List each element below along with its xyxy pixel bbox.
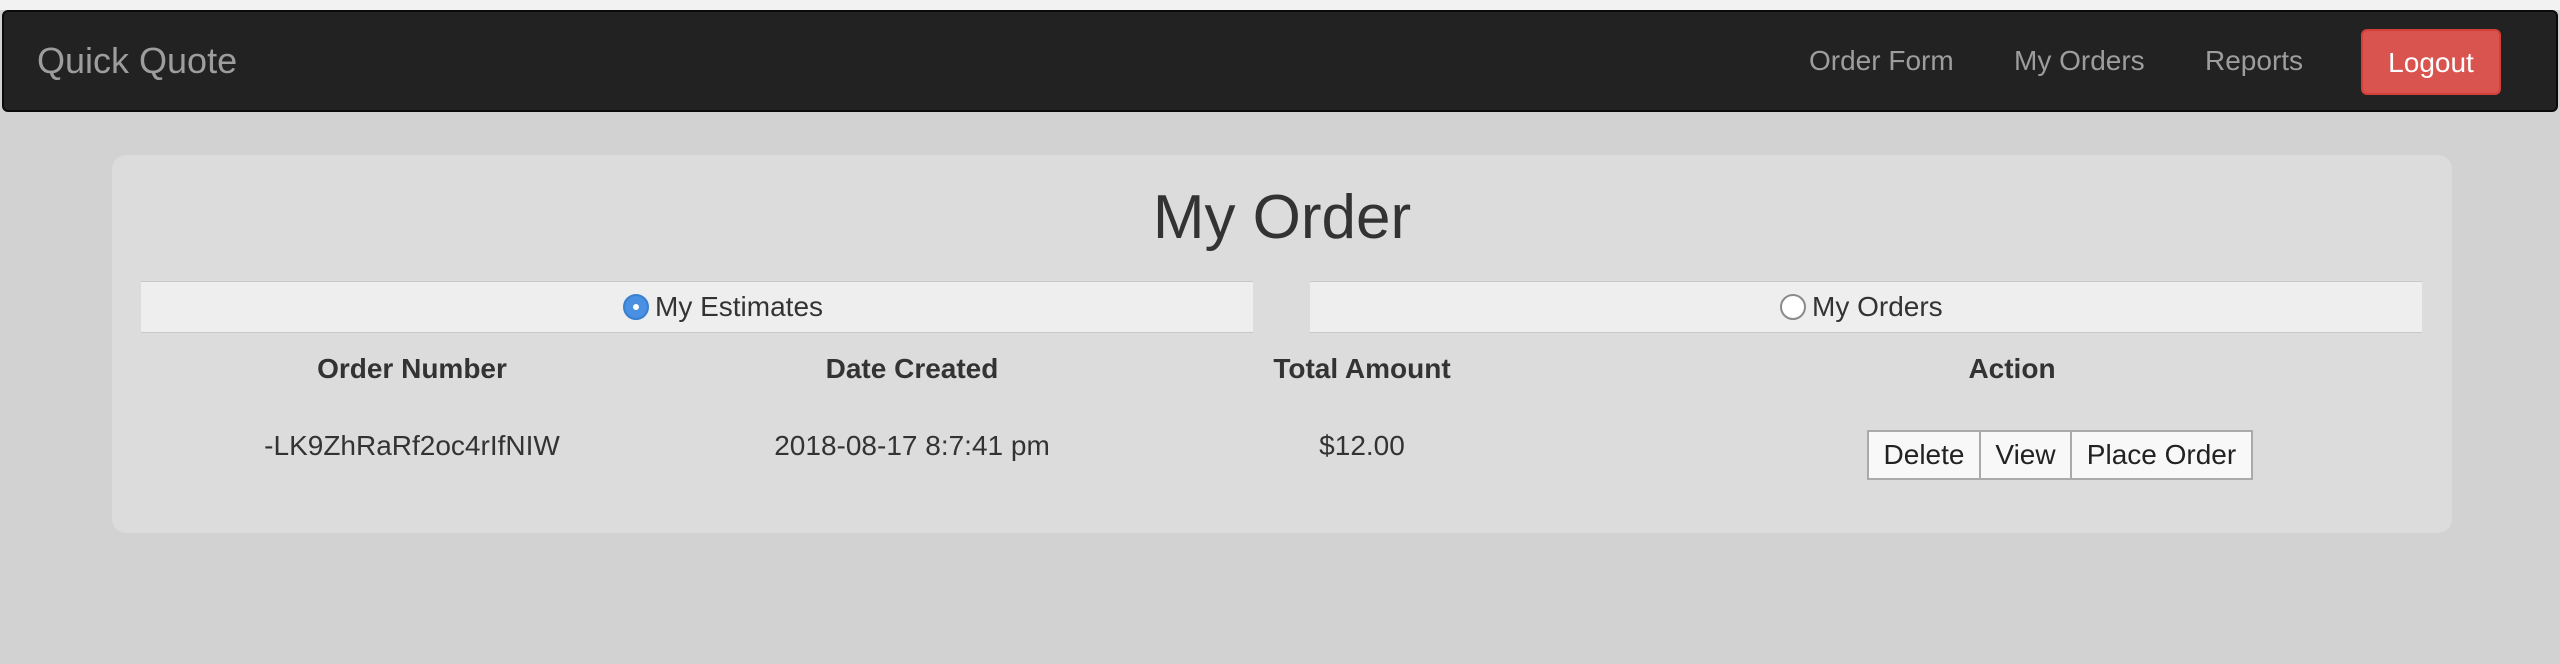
- view-button[interactable]: View: [1979, 430, 2072, 480]
- toggle-my-orders[interactable]: My Orders: [1310, 281, 2422, 333]
- page-title: My Order: [1152, 183, 1412, 252]
- cell-total-amount: $12.00: [1319, 430, 1405, 461]
- header-date-created: Date Created: [825, 353, 999, 384]
- action-button-group: Delete View Place Order: [1867, 430, 2253, 480]
- toggle-label-orders: My Orders: [1812, 291, 1943, 322]
- cell-date-created: 2018-08-17 8:7:41 pm: [774, 430, 1050, 461]
- orders-panel: My Order My Estimates My Orders Order Nu…: [112, 155, 2452, 533]
- navbar: Quick Quote Order Form My Orders Reports…: [2, 10, 2558, 112]
- header-action: Action: [1968, 353, 2056, 384]
- cell-order-number: -LK9ZhRaRf2oc4rIfNIW: [264, 430, 560, 461]
- nav-order-form[interactable]: Order Form: [1809, 12, 1954, 110]
- nav-reports[interactable]: Reports: [2205, 12, 2303, 110]
- radio-unchecked-icon[interactable]: [1780, 294, 1806, 320]
- header-total-amount: Total Amount: [1273, 353, 1451, 384]
- toggle-label-estimates: My Estimates: [655, 291, 824, 322]
- brand-link[interactable]: Quick Quote: [37, 12, 237, 110]
- delete-button[interactable]: Delete: [1867, 430, 1981, 480]
- toggle-my-estimates[interactable]: My Estimates: [141, 281, 1253, 333]
- radio-checked-icon[interactable]: [623, 294, 649, 320]
- nav-my-orders[interactable]: My Orders: [2014, 12, 2145, 110]
- logout-button[interactable]: Logout: [2361, 29, 2501, 95]
- place-order-button[interactable]: Place Order: [2070, 430, 2253, 480]
- header-order-number: Order Number: [317, 353, 507, 384]
- window-top-strip: [0, 0, 2560, 10]
